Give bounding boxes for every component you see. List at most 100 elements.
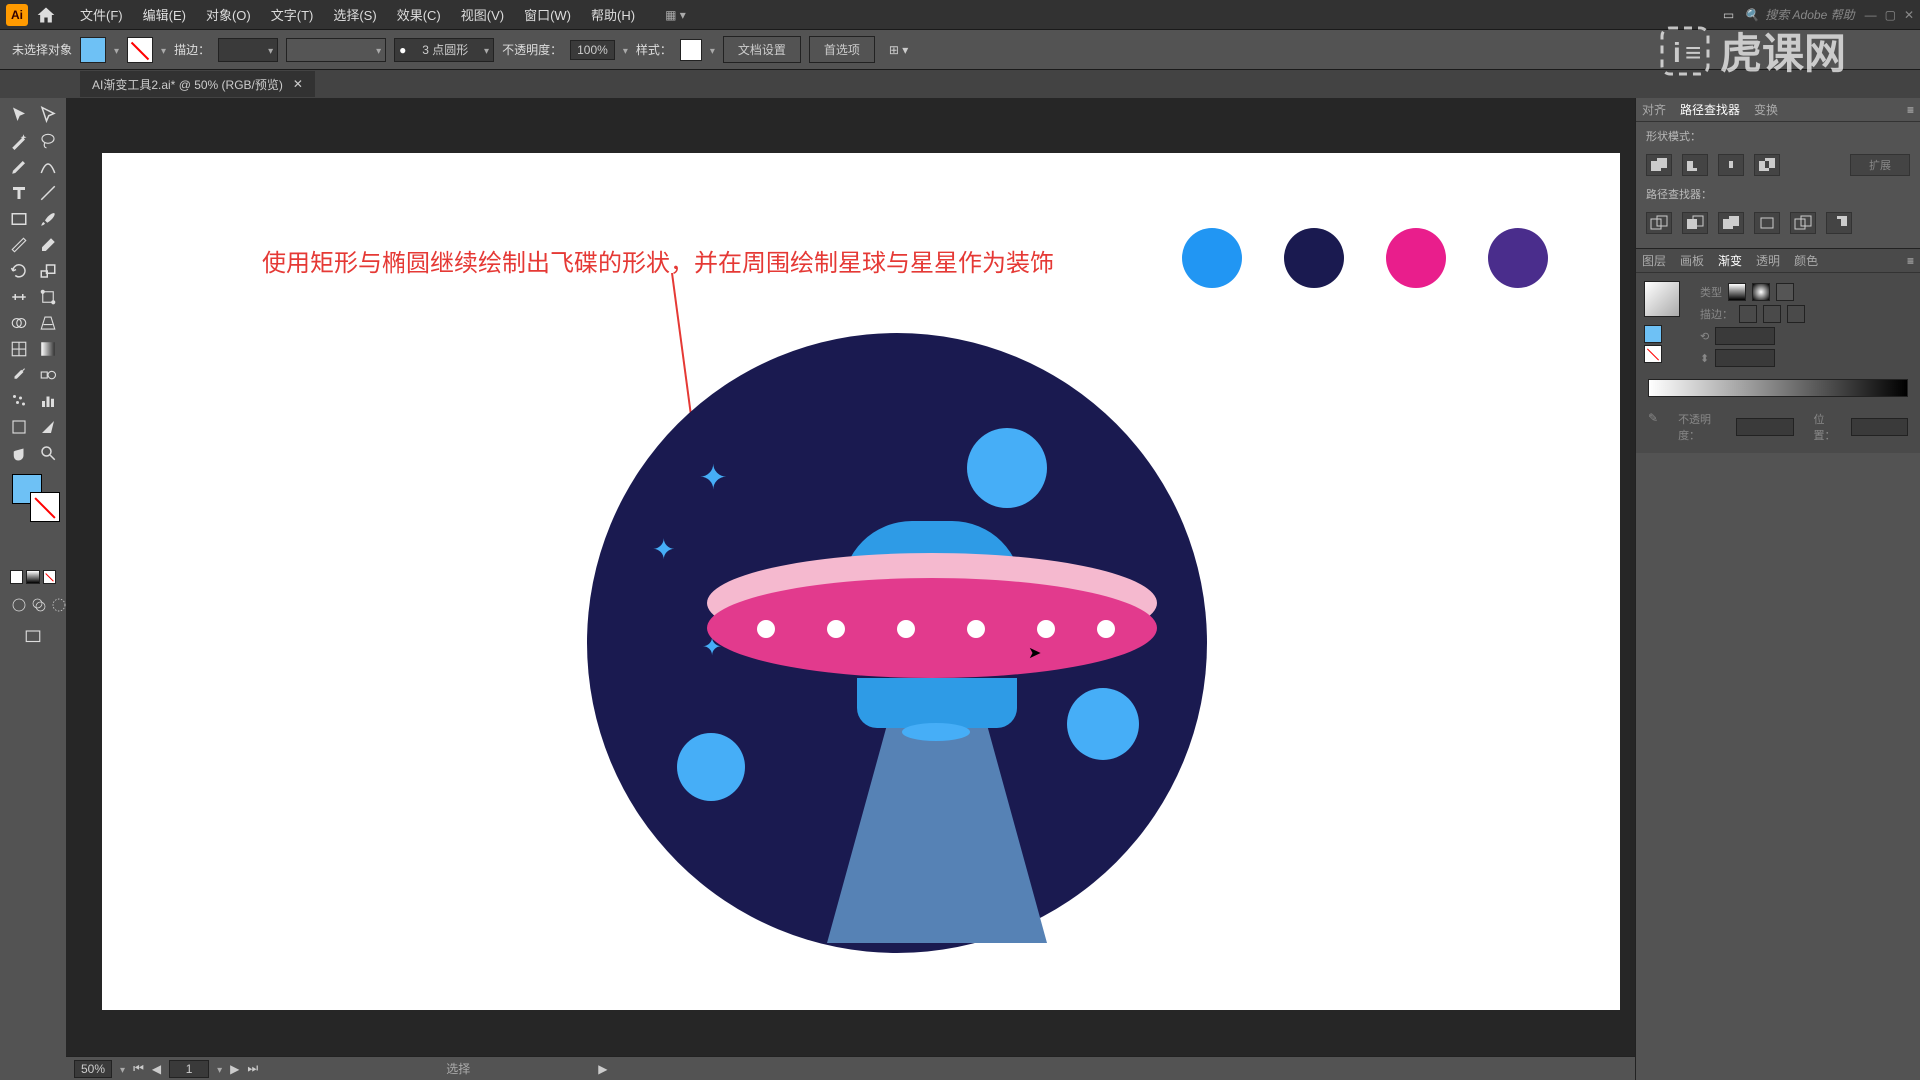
menu-effect[interactable]: 效果(C) bbox=[387, 5, 451, 24]
screen-mode-icon[interactable] bbox=[20, 626, 46, 648]
home-icon[interactable] bbox=[36, 5, 56, 25]
nav-last-icon[interactable]: ⏭ bbox=[247, 1061, 258, 1076]
graph-tool[interactable] bbox=[35, 390, 61, 412]
stroke-profile-dropdown[interactable]: ● 3 点圆形 bbox=[394, 38, 494, 62]
color-mode-swatch[interactable] bbox=[10, 570, 23, 584]
gradient-aspect-input[interactable] bbox=[1715, 349, 1775, 367]
eyedropper-tool[interactable] bbox=[6, 364, 32, 386]
scale-tool[interactable] bbox=[35, 260, 61, 282]
stroke-weight-dropdown[interactable] bbox=[218, 38, 278, 62]
divide-icon[interactable] bbox=[1646, 212, 1672, 234]
opacity-value[interactable]: 100% bbox=[570, 40, 615, 60]
menu-help[interactable]: 帮助(H) bbox=[581, 5, 645, 24]
document-setup-button[interactable]: 文档设置 bbox=[723, 36, 801, 63]
menu-type[interactable]: 文字(T) bbox=[261, 5, 324, 24]
hand-tool[interactable] bbox=[6, 442, 32, 464]
menu-object[interactable]: 对象(O) bbox=[196, 5, 261, 24]
document-tab[interactable]: AI渐变工具2.ai* @ 50% (RGB/预览) ✕ bbox=[80, 71, 315, 97]
tab-transparency[interactable]: 透明 bbox=[1756, 252, 1780, 269]
outline-icon[interactable] bbox=[1790, 212, 1816, 234]
stroke-gradient-opt1[interactable] bbox=[1739, 305, 1757, 323]
minus-front-icon[interactable] bbox=[1682, 154, 1708, 176]
graphic-style-swatch[interactable] bbox=[680, 39, 702, 61]
blend-tool[interactable] bbox=[35, 364, 61, 386]
gradient-mode-swatch[interactable] bbox=[26, 570, 39, 584]
trim-icon[interactable] bbox=[1682, 212, 1708, 234]
radial-gradient-icon[interactable] bbox=[1752, 283, 1770, 301]
paintbrush-tool[interactable] bbox=[35, 208, 61, 230]
minus-back-icon[interactable] bbox=[1826, 212, 1852, 234]
line-tool[interactable] bbox=[35, 182, 61, 204]
shaper-tool[interactable] bbox=[6, 234, 32, 256]
menu-window[interactable]: 窗口(W) bbox=[514, 5, 581, 24]
tab-align[interactable]: 对齐 bbox=[1642, 101, 1666, 118]
panel-menu-icon[interactable]: ≡ bbox=[1907, 103, 1914, 117]
stroke-color-swatch[interactable] bbox=[127, 37, 153, 63]
gradient-opacity-input[interactable] bbox=[1736, 418, 1793, 436]
tab-layers[interactable]: 图层 bbox=[1642, 252, 1666, 269]
draw-behind-icon[interactable] bbox=[30, 594, 48, 616]
panel-menu-icon[interactable]: ≡ bbox=[1907, 254, 1914, 268]
gradient-position-input[interactable] bbox=[1851, 418, 1908, 436]
align-to-icon[interactable]: ⊞ ▾ bbox=[889, 43, 908, 57]
crop-icon[interactable] bbox=[1754, 212, 1780, 234]
draw-normal-icon[interactable] bbox=[10, 594, 28, 616]
lasso-tool[interactable] bbox=[35, 130, 61, 152]
gradient-stroke-swatch[interactable] bbox=[1644, 345, 1662, 363]
nav-prev-icon[interactable]: ◀ bbox=[152, 1062, 161, 1076]
gradient-slider[interactable] bbox=[1648, 379, 1908, 397]
gradient-angle-input[interactable] bbox=[1715, 327, 1775, 345]
zoom-level[interactable]: 50% bbox=[74, 1060, 112, 1078]
type-tool[interactable] bbox=[6, 182, 32, 204]
menu-file[interactable]: 文件(F) bbox=[70, 5, 133, 24]
pen-tool[interactable] bbox=[6, 156, 32, 178]
intersect-icon[interactable] bbox=[1718, 154, 1744, 176]
symbol-sprayer-tool[interactable] bbox=[6, 390, 32, 412]
play-icon[interactable]: ▶ bbox=[598, 1062, 607, 1076]
width-tool[interactable] bbox=[6, 286, 32, 308]
perspective-tool[interactable] bbox=[35, 312, 61, 334]
gradient-fill-swatch[interactable] bbox=[1644, 325, 1662, 343]
shape-builder-tool[interactable] bbox=[6, 312, 32, 334]
fill-color-swatch[interactable] bbox=[80, 37, 106, 63]
unite-icon[interactable] bbox=[1646, 154, 1672, 176]
eyedropper-icon[interactable]: ✎ bbox=[1648, 411, 1658, 443]
gradient-preview[interactable] bbox=[1644, 281, 1680, 317]
tab-transform[interactable]: 变换 bbox=[1754, 101, 1778, 118]
none-mode-swatch[interactable] bbox=[43, 570, 56, 584]
gradient-tool[interactable] bbox=[35, 338, 61, 360]
nav-first-icon[interactable]: ⏮ bbox=[133, 1061, 144, 1076]
tab-color[interactable]: 颜色 bbox=[1794, 252, 1818, 269]
close-icon[interactable]: ✕ bbox=[1904, 8, 1914, 22]
artboard-number[interactable]: 1 bbox=[169, 1060, 209, 1078]
artboard[interactable]: 使用矩形与椭圆继续绘制出飞碟的形状，并在周围绘制星球与星星作为装饰 ✦ ✦ ✦ bbox=[102, 153, 1620, 1010]
tab-gradient[interactable]: 渐变 bbox=[1718, 252, 1742, 269]
stroke-variable-dropdown[interactable] bbox=[286, 38, 386, 62]
rotate-tool[interactable] bbox=[6, 260, 32, 282]
expand-button[interactable]: 扩展 bbox=[1850, 154, 1910, 176]
canvas-area[interactable]: 使用矩形与椭圆继续绘制出飞碟的形状，并在周围绘制星球与星星作为装饰 ✦ ✦ ✦ bbox=[66, 98, 1635, 1080]
linear-gradient-icon[interactable] bbox=[1728, 283, 1746, 301]
tab-artboards[interactable]: 画板 bbox=[1680, 252, 1704, 269]
mesh-tool[interactable] bbox=[6, 338, 32, 360]
maximize-icon[interactable]: ▢ bbox=[1885, 8, 1896, 22]
direct-selection-tool[interactable] bbox=[35, 104, 61, 126]
selection-tool[interactable] bbox=[6, 104, 32, 126]
exclude-icon[interactable] bbox=[1754, 154, 1780, 176]
nav-next-icon[interactable]: ▶ bbox=[230, 1062, 239, 1076]
tab-pathfinder[interactable]: 路径查找器 bbox=[1680, 101, 1740, 118]
menu-view[interactable]: 视图(V) bbox=[451, 5, 514, 24]
fill-stroke-indicator[interactable] bbox=[4, 474, 62, 534]
eraser-tool[interactable] bbox=[35, 234, 61, 256]
curvature-tool[interactable] bbox=[35, 156, 61, 178]
magic-wand-tool[interactable] bbox=[6, 130, 32, 152]
stroke-gradient-opt3[interactable] bbox=[1787, 305, 1805, 323]
menu-edit[interactable]: 编辑(E) bbox=[133, 5, 196, 24]
free-transform-tool[interactable] bbox=[35, 286, 61, 308]
menu-select[interactable]: 选择(S) bbox=[323, 5, 386, 24]
rectangle-tool[interactable] bbox=[6, 208, 32, 230]
preferences-button[interactable]: 首选项 bbox=[809, 36, 875, 63]
zoom-tool[interactable] bbox=[35, 442, 61, 464]
close-tab-icon[interactable]: ✕ bbox=[293, 77, 303, 91]
slice-tool[interactable] bbox=[35, 416, 61, 438]
